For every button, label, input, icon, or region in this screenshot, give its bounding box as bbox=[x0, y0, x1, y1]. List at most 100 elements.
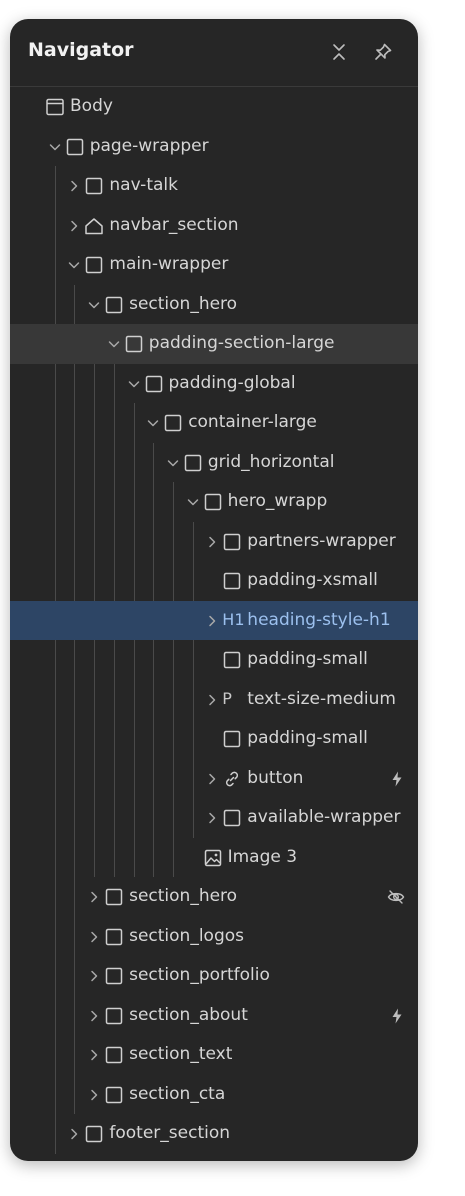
chevron-right-icon[interactable] bbox=[84, 887, 104, 907]
tree-item-label: text-size-medium bbox=[247, 688, 396, 709]
tree-item-label: Body bbox=[70, 96, 113, 116]
tree-item-label: padding-small bbox=[247, 728, 368, 748]
tree-row-heading-style-h1[interactable]: H1 heading-style-h1 bbox=[10, 600, 418, 640]
tree-row-nav-talk[interactable]: nav-talk bbox=[10, 166, 418, 206]
chevron-right-icon[interactable] bbox=[84, 1085, 104, 1105]
tree-item-label: section_portfolio bbox=[129, 965, 270, 985]
tree-row-section-hero[interactable]: section_hero bbox=[10, 285, 418, 325]
tree-row-padding-section-large[interactable]: padding-section-large bbox=[10, 324, 418, 364]
chevron-down-icon[interactable] bbox=[84, 295, 104, 315]
chevron-right-icon[interactable] bbox=[202, 690, 222, 710]
tree-item-label: nav-talk bbox=[109, 175, 178, 195]
tree-row-grid-horizontal[interactable]: grid_horizontal bbox=[10, 443, 418, 483]
tree-item-label: section_hero bbox=[129, 293, 238, 314]
chevron-down-icon[interactable] bbox=[183, 492, 203, 512]
eye-off-icon[interactable] bbox=[386, 887, 406, 907]
tree-row-padding-small[interactable]: padding-small bbox=[10, 719, 418, 759]
div-block-icon bbox=[103, 1044, 125, 1066]
tree-item-label: available-wrapper bbox=[247, 807, 401, 827]
tree-row-padding-global[interactable]: padding-global bbox=[10, 364, 418, 404]
chevron-right-icon[interactable] bbox=[202, 611, 222, 631]
tree-row-section-cta[interactable]: section_cta bbox=[10, 1075, 418, 1115]
chevron-right-icon[interactable] bbox=[84, 927, 104, 947]
tree-item-label: partners-wrapper bbox=[247, 530, 396, 551]
tree-item-label: padding-small bbox=[247, 649, 368, 669]
element-tag-badge: P bbox=[222, 688, 232, 708]
chevron-down-icon[interactable] bbox=[124, 374, 144, 394]
tree-row-main-wrapper[interactable]: main-wrapper bbox=[10, 245, 418, 285]
element-tag-badge: H1 bbox=[222, 609, 245, 629]
tree-row-section-text[interactable]: section_text bbox=[10, 1035, 418, 1075]
div-block-icon bbox=[221, 649, 243, 671]
lightning-icon[interactable] bbox=[387, 769, 407, 789]
lightning-icon[interactable] bbox=[387, 1006, 407, 1026]
tree-row-available-wrapper[interactable]: available-wrapper bbox=[10, 798, 418, 838]
chevron-down-icon[interactable] bbox=[143, 413, 163, 433]
chevron-right-icon[interactable] bbox=[202, 769, 222, 789]
div-block-icon bbox=[182, 452, 204, 474]
chevron-right-icon[interactable] bbox=[64, 216, 84, 236]
navigator-title: Navigator bbox=[28, 39, 134, 61]
tree-row-section-portfolio[interactable]: section_portfolio bbox=[10, 956, 418, 996]
div-block-icon bbox=[83, 1123, 105, 1145]
div-block-icon bbox=[221, 807, 243, 829]
chevron-down-icon[interactable] bbox=[45, 137, 65, 157]
div-block-icon bbox=[103, 926, 125, 948]
div-block-icon bbox=[103, 1084, 125, 1106]
chevron-right-icon[interactable] bbox=[64, 1124, 84, 1144]
chevron-down-icon[interactable] bbox=[104, 334, 124, 354]
tree-row-padding-small[interactable]: padding-small bbox=[10, 640, 418, 680]
tree-row-section-logos[interactable]: section_logos bbox=[10, 917, 418, 957]
tree-item-label: padding-global bbox=[168, 372, 296, 393]
tree-item-label: section_hero bbox=[129, 886, 238, 906]
tree-item-label: hero_wrapp bbox=[227, 491, 328, 511]
div-block-icon bbox=[103, 965, 125, 987]
tree-item-label: section_about bbox=[129, 1004, 248, 1025]
tree-item-label: grid_horizontal bbox=[207, 451, 335, 472]
tree-item-label: heading-style-h1 bbox=[247, 609, 391, 630]
tree-row-section-hero[interactable]: section_hero bbox=[10, 877, 418, 917]
div-block-icon bbox=[221, 531, 243, 553]
tree-row-hero-wrapp[interactable]: hero_wrapp bbox=[10, 482, 418, 522]
tree-item-label: footer_section bbox=[109, 1123, 231, 1143]
div-block-icon bbox=[123, 333, 145, 355]
tree-row-button[interactable]: button bbox=[10, 759, 418, 799]
tree-item-label: padding-section-large bbox=[148, 333, 335, 353]
tree-row-partners-wrapper[interactable]: partners-wrapper bbox=[10, 522, 418, 562]
tree-row-image-3[interactable]: Image 3 bbox=[10, 838, 418, 878]
chevron-right-icon[interactable] bbox=[202, 532, 222, 552]
tree-item-label: container-large bbox=[188, 412, 317, 432]
pin-icon[interactable] bbox=[372, 41, 394, 63]
tree-item-label: section_text bbox=[129, 1044, 233, 1064]
tree-row-navbar-section[interactable]: navbar_section bbox=[10, 206, 418, 246]
tree-item-label: main-wrapper bbox=[109, 254, 229, 274]
tree-row-text-size-medium[interactable]: Ptext-size-medium bbox=[10, 680, 418, 720]
tree-item-label: page-wrapper bbox=[89, 135, 209, 156]
tree-row-container-large[interactable]: container-large bbox=[10, 403, 418, 443]
tree-item-label: button bbox=[247, 767, 304, 788]
tree-item-label: Image 3 bbox=[227, 846, 298, 867]
tree-row-padding-xsmall[interactable]: padding-xsmall bbox=[10, 561, 418, 601]
chevron-down-icon[interactable] bbox=[64, 255, 84, 275]
tree-row-page-wrapper[interactable]: page-wrapper bbox=[10, 127, 418, 167]
chevron-down-icon[interactable] bbox=[163, 453, 183, 473]
chevron-right-icon[interactable] bbox=[84, 966, 104, 986]
div-block-icon bbox=[83, 254, 105, 276]
div-block-icon bbox=[103, 294, 125, 316]
chevron-right-icon[interactable] bbox=[202, 808, 222, 828]
home-icon bbox=[83, 215, 105, 237]
div-block-icon bbox=[64, 136, 86, 158]
link-icon bbox=[221, 768, 243, 790]
div-block-icon bbox=[221, 570, 243, 592]
tree-row-section-about[interactable]: section_about bbox=[10, 996, 418, 1036]
div-block-icon bbox=[103, 1005, 125, 1027]
tree-item-label: navbar_section bbox=[109, 214, 239, 235]
chevron-right-icon[interactable] bbox=[64, 176, 84, 196]
tree-row-body[interactable]: Body bbox=[10, 87, 418, 127]
chevron-right-icon[interactable] bbox=[84, 1006, 104, 1026]
tree-item-label: section_cta bbox=[129, 1083, 226, 1104]
tree-row-footer-section[interactable]: footer_section bbox=[10, 1114, 418, 1154]
div-block-icon bbox=[202, 491, 224, 513]
chevron-right-icon[interactable] bbox=[84, 1045, 104, 1065]
collapse-all-icon[interactable] bbox=[328, 41, 350, 63]
